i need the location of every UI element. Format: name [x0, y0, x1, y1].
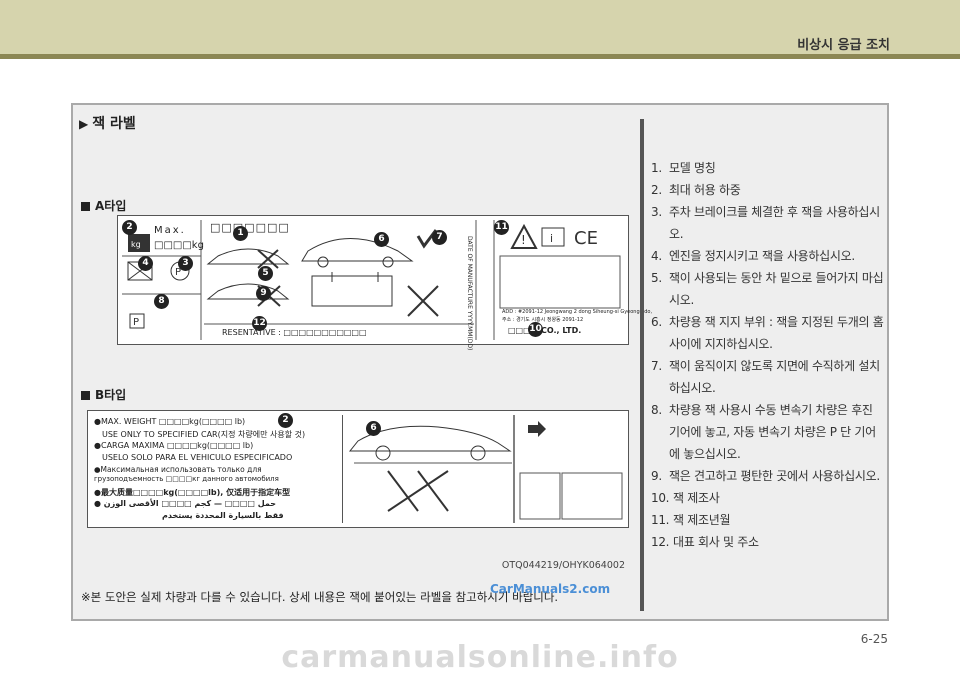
- label-a-address-ko: 주소 : 경기도 시흥시 정왕동 2091-12: [502, 317, 584, 323]
- list-num: 1.: [651, 161, 662, 175]
- panel-title-text: 잭 라벨: [92, 116, 136, 132]
- list-num: 9.: [651, 469, 662, 483]
- list-num: 2.: [651, 183, 662, 197]
- marker-2: 2: [278, 413, 293, 428]
- list-item: 2. 최대 허용 하중: [651, 179, 886, 201]
- marker-8: 8: [154, 294, 169, 309]
- marker-5: 5: [258, 266, 273, 281]
- label-b-image: ●MAX. WEIGHT □□□□kg(□□□□ lb) USE ONLY TO…: [87, 410, 629, 528]
- jack-label-panel: ▶ 잭 라벨 A타입 kg P P ! i CE Max. □□□□kg □□□…: [71, 103, 889, 621]
- list-text: 잭이 움직이지 않도록 지면에 수직하게 설치하십시오.: [669, 359, 880, 395]
- list-item: 7. 잭이 움직이지 않도록 지면에 수직하게 설치하십시오.: [651, 355, 886, 399]
- list-num: 5.: [651, 271, 662, 285]
- list-text: 차량용 잭 사용시 수동 변속기 차량은 후진 기어에 놓고, 자동 변속기 차…: [669, 403, 876, 461]
- marker-1: 1: [233, 226, 248, 241]
- vertical-divider: [640, 119, 644, 611]
- label-a-date-vertical: DATE OF MANUFACTURE YYYY.MM(DD): [466, 236, 473, 351]
- footnote: ※본 도안은 실제 차량과 다를 수 있습니다. 상세 내용은 잭에 붙어있는 …: [81, 590, 559, 604]
- square-bullet-icon: [81, 391, 90, 400]
- type-a-heading: A타입: [81, 197, 126, 214]
- marker-7: 7: [432, 230, 447, 245]
- list-text: 모델 명칭: [669, 161, 716, 175]
- marker-6: 6: [374, 232, 389, 247]
- label-a-representative: RESENTATIVE : □□□□□□□□□□□: [222, 328, 367, 337]
- svg-text:i: i: [550, 232, 553, 245]
- svg-text:!: !: [521, 233, 526, 247]
- list-text: 잭은 견고하고 평탄한 곳에서 사용하십시오.: [669, 469, 880, 483]
- list-num: 3.: [651, 205, 662, 219]
- list-num: 12.: [651, 535, 670, 549]
- list-item: 10. 잭 제조사: [651, 487, 886, 509]
- list-num: 8.: [651, 403, 662, 417]
- list-text: 대표 회사 및 주소: [673, 535, 759, 549]
- label-a-kg: □□□□kg: [154, 240, 204, 251]
- watermark-small: CarManuals2.com: [490, 582, 611, 596]
- list-text: 최대 허용 하중: [669, 183, 741, 197]
- section-title: 비상시 응급 조치: [797, 38, 890, 53]
- marker-12: 12: [252, 316, 267, 331]
- marker-3: 3: [178, 256, 193, 271]
- image-code: OTQ044219/OHYK064002: [501, 560, 625, 571]
- list-text: 주차 브레이크를 체결한 후 잭을 사용하십시오.: [669, 205, 880, 241]
- list-text: 잭이 사용되는 동안 차 밑으로 들어가지 마십시오.: [669, 271, 884, 307]
- list-item: 8. 차량용 잭 사용시 수동 변속기 차량은 후진 기어에 놓고, 자동 변속기…: [651, 399, 886, 465]
- list-item: 4. 엔진을 정지시키고 잭을 사용하십시오.: [651, 245, 886, 267]
- triangle-bullet-icon: ▶: [79, 117, 89, 131]
- marker-6: 6: [366, 421, 381, 436]
- list-num: 11.: [651, 513, 670, 527]
- label-a-max: Max.: [154, 225, 186, 236]
- svg-text:kg: kg: [131, 240, 141, 249]
- list-item: 6. 차량용 잭 지지 부위 : 잭을 지정된 두개의 홈 사이에 지지하십시오.: [651, 311, 886, 355]
- list-text: 엔진을 정지시키고 잭을 사용하십시오.: [669, 249, 855, 263]
- list-text: 차량용 잭 지지 부위 : 잭을 지정된 두개의 홈 사이에 지지하십시오.: [669, 315, 884, 351]
- list-item: 1. 모델 명칭: [651, 157, 886, 179]
- type-b-text: B타입: [95, 388, 127, 402]
- type-b-heading: B타입: [81, 386, 126, 403]
- marker-2: 2: [122, 220, 137, 235]
- list-text: 잭 제조년월: [673, 513, 731, 527]
- label-a-address: ADD : #2091-12 Jeongwang 2 dong Siheung-…: [502, 309, 653, 315]
- label-a-image: kg P P ! i CE Max. □□□□kg □□□□□□□ RESENT…: [117, 215, 652, 350]
- marker-4: 4: [138, 256, 153, 271]
- label-a-graphics: kg P P ! i CE: [122, 220, 621, 340]
- label-b-graphics: [348, 415, 623, 523]
- list-num: 7.: [651, 359, 662, 373]
- svg-text:P: P: [133, 317, 139, 328]
- label-a-model-squares: □□□□□□□: [210, 221, 290, 234]
- svg-text:CE: CE: [574, 228, 598, 249]
- list-num: 6.: [651, 315, 662, 329]
- type-a-text: A타입: [95, 199, 127, 213]
- header-rule: [0, 54, 960, 59]
- marker-11: 11: [494, 220, 509, 235]
- list-num: 10.: [651, 491, 670, 505]
- square-bullet-icon: [81, 202, 90, 211]
- list-item: 11. 잭 제조년월: [651, 509, 886, 531]
- watermark: carmanualsonline.info: [281, 640, 679, 675]
- list-item: 5. 잭이 사용되는 동안 차 밑으로 들어가지 마십시오.: [651, 267, 886, 311]
- list-num: 4.: [651, 249, 662, 263]
- label-a-company: □□□□ CO., LTD.: [508, 326, 582, 335]
- list-text: 잭 제조사: [673, 491, 720, 505]
- list-item: 9. 잭은 견고하고 평탄한 곳에서 사용하십시오.: [651, 465, 886, 487]
- legend-list: 1. 모델 명칭 2. 최대 허용 하중 3. 주차 브레이크를 체결한 후 잭을 사…: [651, 157, 886, 553]
- panel-title: ▶ 잭 라벨: [79, 113, 136, 133]
- marker-9: 9: [256, 286, 271, 301]
- list-item: 12. 대표 회사 및 주소: [651, 531, 886, 553]
- list-item: 3. 주차 브레이크를 체결한 후 잭을 사용하십시오.: [651, 201, 886, 245]
- marker-10: 10: [528, 322, 543, 337]
